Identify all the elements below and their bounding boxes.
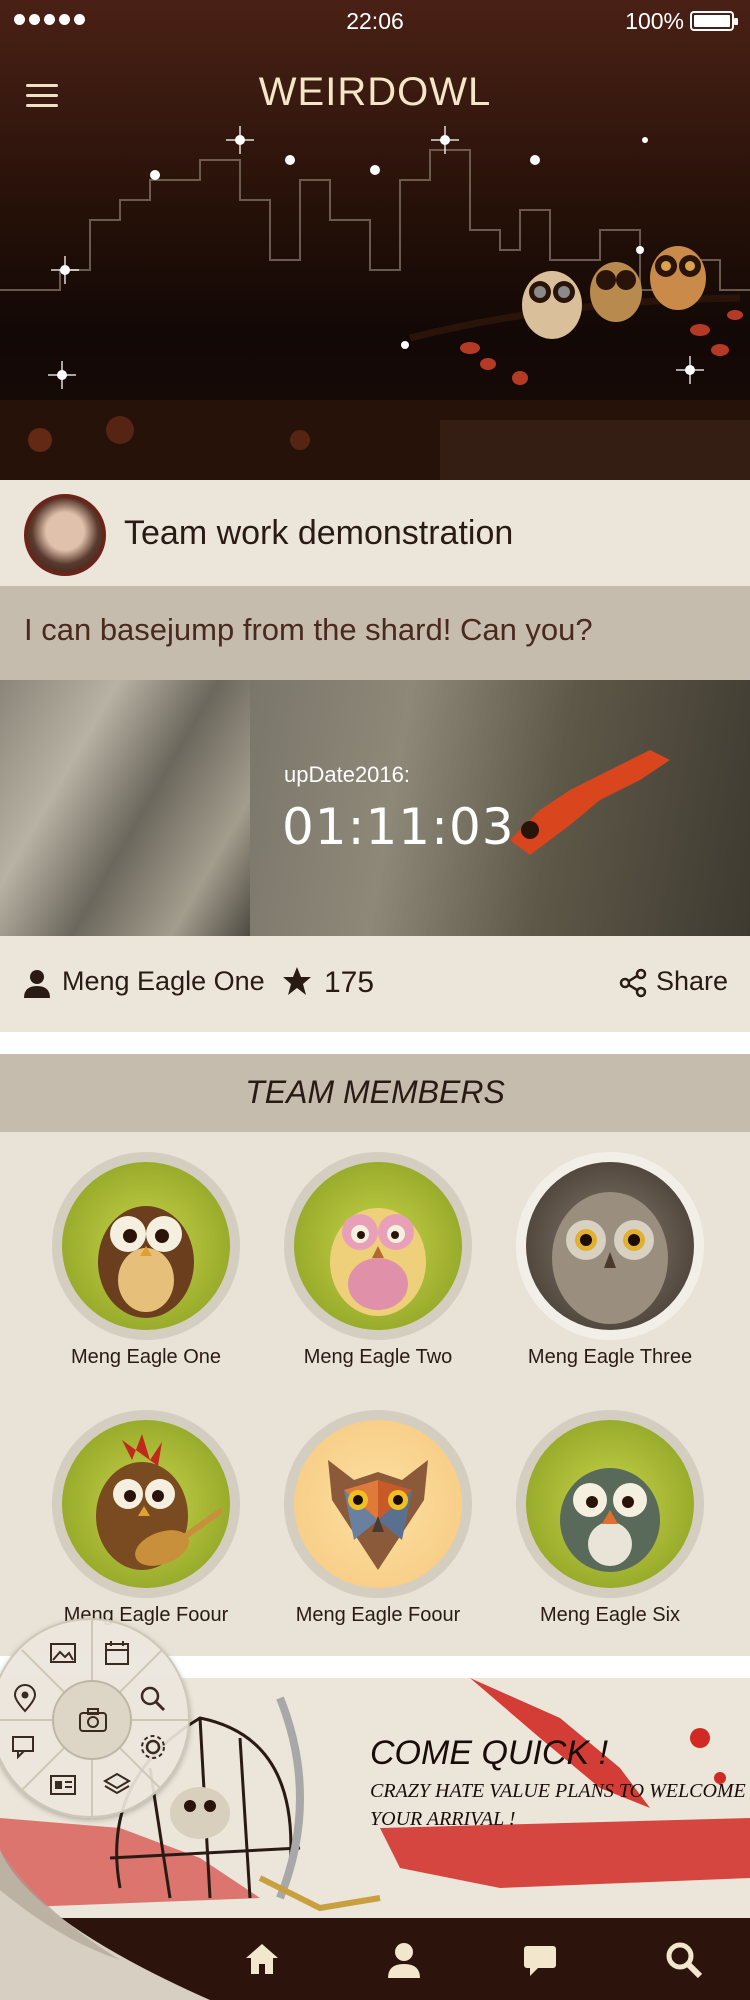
- owl-avatar-3: [526, 1162, 694, 1330]
- search-icon[interactable]: [138, 1684, 168, 1714]
- owl-avatar-6: [526, 1420, 694, 1588]
- promo-title: COME QUICK !: [370, 1734, 609, 1772]
- star-icon[interactable]: [282, 966, 312, 996]
- team-member-card[interactable]: Meng Eagle One: [26, 1132, 266, 1382]
- id-card-icon[interactable]: [48, 1770, 78, 1800]
- member-avatar-ring: [52, 1410, 240, 1598]
- owl-avatar-4: [62, 1420, 230, 1588]
- member-name: Meng Eagle Three: [527, 1346, 693, 1368]
- city-night-illustration: [0, 126, 750, 480]
- star-count: 175: [324, 966, 375, 999]
- share-button[interactable]: Share: [656, 966, 728, 997]
- post-quote: I can basejump from the shard! Can you?: [24, 612, 593, 647]
- author-avatar[interactable]: [24, 494, 106, 576]
- team-member-card[interactable]: Meng Eagle Foour: [258, 1390, 498, 1640]
- post-photo[interactable]: upDate2016: 01:11:03: [0, 680, 750, 936]
- chat-icon[interactable]: [10, 1732, 40, 1762]
- share-icon[interactable]: [618, 968, 648, 998]
- post-header: Team work demonstration: [0, 480, 750, 586]
- cliff-photo-left: [0, 680, 250, 936]
- hero-header: 22:06 100% WEIRDOWL: [0, 0, 750, 480]
- owl-avatar-1: [62, 1162, 230, 1330]
- app-title: WEIRDOWL: [258, 70, 492, 114]
- settings-icon[interactable]: [138, 1732, 168, 1762]
- radial-action-menu[interactable]: [0, 1618, 192, 1820]
- promo-subtitle-line1: CRAZY HATE VALUE PLANS TO WELCOME: [370, 1780, 746, 1802]
- member-name: Meng Eagle One: [70, 1346, 222, 1368]
- status-bar: 22:06 100%: [0, 0, 750, 42]
- basejumper-figure: [510, 750, 670, 855]
- post-title: Team work demonstration: [124, 514, 514, 552]
- team-title: TEAM MEMBERS: [245, 1074, 505, 1110]
- owl-avatar-5: [294, 1420, 462, 1588]
- layers-icon[interactable]: [102, 1770, 132, 1800]
- search-icon[interactable]: [664, 1940, 704, 1980]
- page-curl-decoration: [0, 1850, 210, 2000]
- team-section-header: TEAM MEMBERS: [0, 1054, 750, 1132]
- location-icon[interactable]: [10, 1684, 40, 1714]
- member-name: Meng Eagle Six: [539, 1604, 681, 1626]
- post-quote-bar: I can basejump from the shard! Can you?: [0, 586, 750, 680]
- message-icon[interactable]: [520, 1940, 560, 1980]
- image-icon[interactable]: [48, 1638, 78, 1668]
- home-icon[interactable]: [242, 1940, 282, 1980]
- user-icon: [24, 970, 50, 998]
- member-avatar-ring: [52, 1152, 240, 1340]
- update-countdown: 01:11:03: [282, 798, 515, 856]
- owl-avatar-2: [294, 1162, 462, 1330]
- member-avatar-ring: [516, 1152, 704, 1340]
- battery-percentage: 100%: [625, 8, 684, 34]
- member-name: Meng Eagle Foour: [295, 1604, 461, 1626]
- member-avatar-ring: [516, 1410, 704, 1598]
- team-member-card[interactable]: Meng Eagle Foour: [26, 1390, 266, 1640]
- promo-subtitle-line2: YOUR ARRIVAL !: [370, 1808, 516, 1830]
- radial-center-button[interactable]: [52, 1680, 132, 1760]
- post-meta-row: Meng Eagle One 175 Share: [0, 936, 750, 1032]
- member-avatar-ring: [284, 1410, 472, 1598]
- battery-icon: [690, 11, 738, 31]
- author-name[interactable]: Meng Eagle One: [62, 966, 265, 997]
- team-member-card[interactable]: Meng Eagle Six: [490, 1390, 730, 1640]
- member-avatar-ring: [284, 1152, 472, 1340]
- camera-icon: [79, 1708, 107, 1732]
- calendar-icon[interactable]: [102, 1638, 132, 1668]
- profile-icon[interactable]: [384, 1940, 424, 1980]
- member-name: Meng Eagle Two: [303, 1346, 453, 1368]
- update-label: upDate2016:: [284, 762, 410, 787]
- team-member-card[interactable]: Meng Eagle Two: [258, 1132, 498, 1382]
- team-members-grid: Meng Eagle One Meng Eagle Two Meng Eagle…: [0, 1132, 750, 1656]
- divider: [0, 1032, 750, 1054]
- team-member-card[interactable]: Meng Eagle Three: [490, 1132, 730, 1382]
